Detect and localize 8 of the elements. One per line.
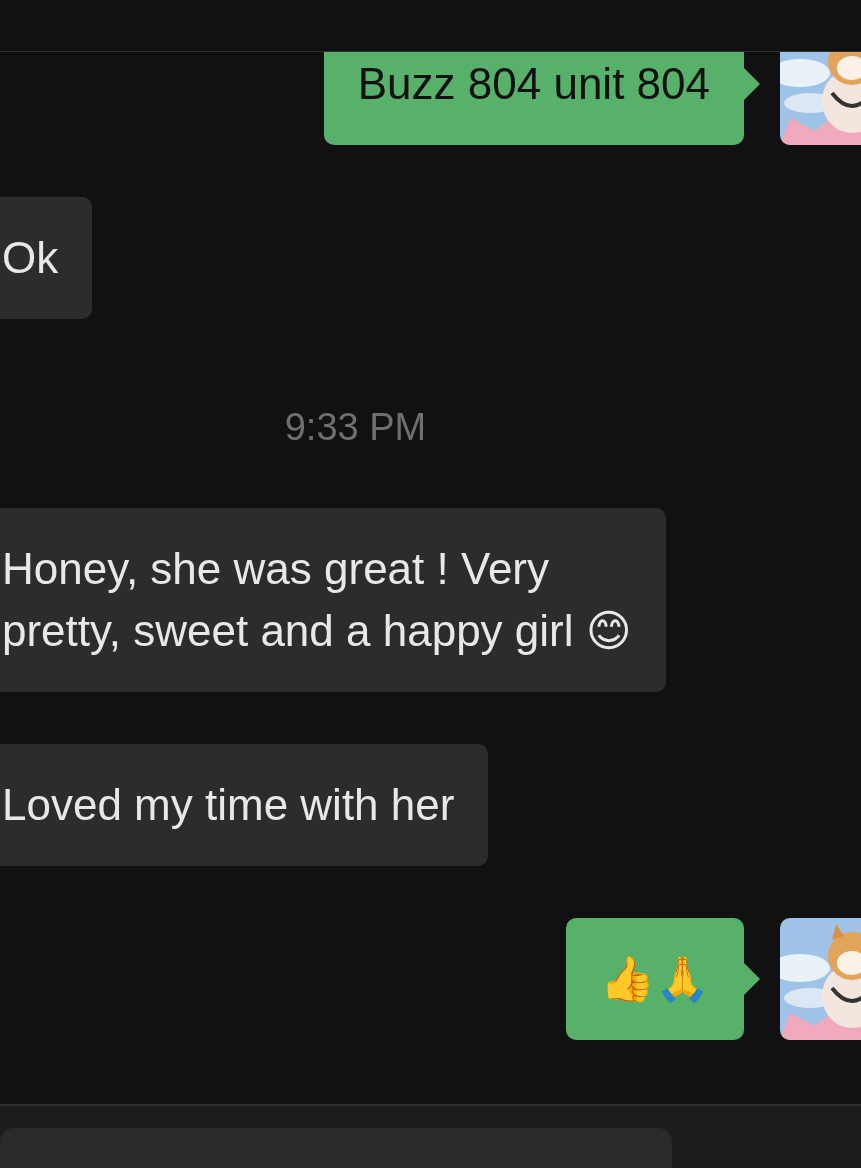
bubble-tail (744, 68, 760, 100)
message-bubble: Honey, she was great ! Very pretty, sweet and a happy girl 😊 (0, 508, 666, 692)
bubble-tail (744, 963, 760, 995)
message-bubble: Ok (0, 197, 93, 319)
message-bubble: Loved my time with her (0, 744, 489, 866)
message-bubble: 👍🙏 (566, 918, 744, 1040)
message-bubble: Buzz 804 unit 804 (323, 52, 744, 145)
timestamp: 9:33 PM (283, 405, 428, 450)
